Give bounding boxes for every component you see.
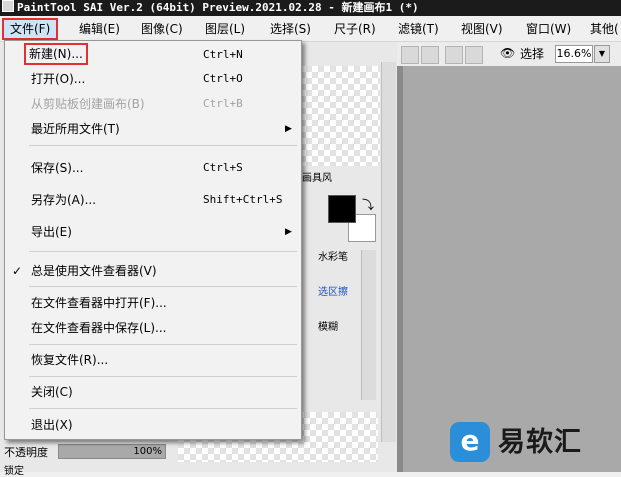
foreground-color-swatch[interactable] — [328, 195, 356, 223]
rotate-right-button[interactable] — [421, 46, 439, 64]
menu-item-new-from-clipboard[interactable]: 从剪贴板创建画布(B) Ctrl+B — [5, 92, 301, 116]
swap-colors-icon[interactable]: ⤵ — [362, 196, 374, 213]
rotate-left-button[interactable] — [401, 46, 419, 64]
canvas-edge — [397, 66, 403, 472]
menu-other[interactable]: 其他( — [590, 21, 619, 37]
menu-filter[interactable]: 滤镜(T) — [398, 21, 439, 37]
opacity-value: 100% — [133, 446, 162, 457]
menu-item-exit[interactable]: 退出(X) — [5, 413, 301, 437]
menu-item-save-as[interactable]: 另存为(A)... Shift+Ctrl+S — [5, 188, 301, 212]
file-menu-dropdown: 新建(N)... Ctrl+N 打开(O)... Ctrl+O 从剪贴板创建画布… — [4, 40, 302, 440]
tool-scrollbar[interactable] — [361, 250, 376, 400]
menu-separator — [29, 344, 297, 345]
opacity-label: 不透明度 — [4, 446, 48, 459]
panel-scrollbar[interactable] — [381, 62, 396, 442]
menu-item-save-in-file-viewer[interactable]: 在文件查看器中保存(L)... — [5, 316, 301, 340]
redo-button[interactable] — [465, 46, 483, 64]
eye-icon[interactable]: 👁 — [500, 47, 516, 59]
tool-watercolor[interactable]: 水彩笔 — [318, 252, 348, 264]
tool-select-region[interactable]: 选区擦 — [318, 287, 348, 299]
menu-ruler[interactable]: 尺子(R) — [334, 21, 376, 37]
canvas-area[interactable] — [397, 66, 621, 472]
menu-item-export[interactable]: 导出(E) ▶ — [5, 220, 301, 244]
menu-item-save[interactable]: 保存(S)... Ctrl+S — [5, 156, 301, 180]
menu-separator — [29, 145, 297, 146]
zoom-input[interactable]: 16.6% — [555, 45, 593, 63]
menu-item-new[interactable]: 新建(N)... Ctrl+N — [5, 43, 301, 67]
app-icon — [2, 0, 14, 12]
window-title-bar: PaintTool SAI Ver.2 (64bit) Preview.2021… — [0, 0, 621, 16]
select-label: 选择 — [520, 47, 545, 61]
menu-view[interactable]: 视图(V) — [461, 21, 503, 37]
watermark: e 易软汇 — [446, 420, 621, 472]
menu-separator — [29, 251, 297, 252]
menu-item-always-use-file-viewer[interactable]: ✓ 总是使用文件查看器(V) — [5, 259, 301, 283]
undo-button[interactable] — [445, 46, 463, 64]
menu-separator — [29, 408, 297, 409]
zoom-dropdown-arrow[interactable]: ▼ — [594, 45, 610, 63]
menu-item-open[interactable]: 打开(O)... Ctrl+O — [5, 67, 301, 91]
menu-separator — [29, 286, 297, 287]
menu-item-open-in-file-viewer[interactable]: 在文件查看器中打开(F)... — [5, 291, 301, 315]
menu-item-recover-file[interactable]: 恢复文件(R)... — [5, 348, 301, 372]
menu-item-recent-files[interactable]: 最近所用文件(T) ▶ — [5, 117, 301, 141]
menu-layer[interactable]: 图层(L) — [205, 21, 245, 37]
menu-file[interactable]: 文件(F) — [2, 18, 59, 40]
menu-edit[interactable]: 编辑(E) — [79, 21, 120, 37]
submenu-arrow-icon: ▶ — [285, 227, 292, 237]
menu-select[interactable]: 选择(S) — [270, 21, 311, 37]
tool-tab-partial[interactable]: 画具风 — [302, 173, 332, 185]
check-icon: ✓ — [12, 264, 23, 278]
menu-image[interactable]: 图像(C) — [141, 21, 183, 37]
tool-blur[interactable]: 模糊 — [318, 322, 338, 334]
opacity-slider[interactable]: 100% — [58, 444, 166, 459]
menu-window[interactable]: 窗口(W) — [526, 21, 571, 37]
submenu-arrow-icon: ▶ — [285, 124, 292, 134]
menu-separator — [29, 376, 297, 377]
menu-item-close[interactable]: 关闭(C) — [5, 380, 301, 404]
lock-label: 锁定 — [4, 466, 24, 477]
menu-bar: 文件(F) 编辑(E) 图像(C) 图层(L) 选择(S) 尺子(R) 滤镜(T… — [0, 17, 621, 42]
watermark-logo-icon: e — [450, 422, 490, 462]
canvas-toolbar: 👁 选择 16.6% ▼ — [397, 42, 621, 67]
window-title: PaintTool SAI Ver.2 (64bit) Preview.2021… — [17, 1, 419, 14]
watermark-text: 易软汇 — [498, 427, 582, 458]
navigator-preview — [300, 66, 380, 166]
